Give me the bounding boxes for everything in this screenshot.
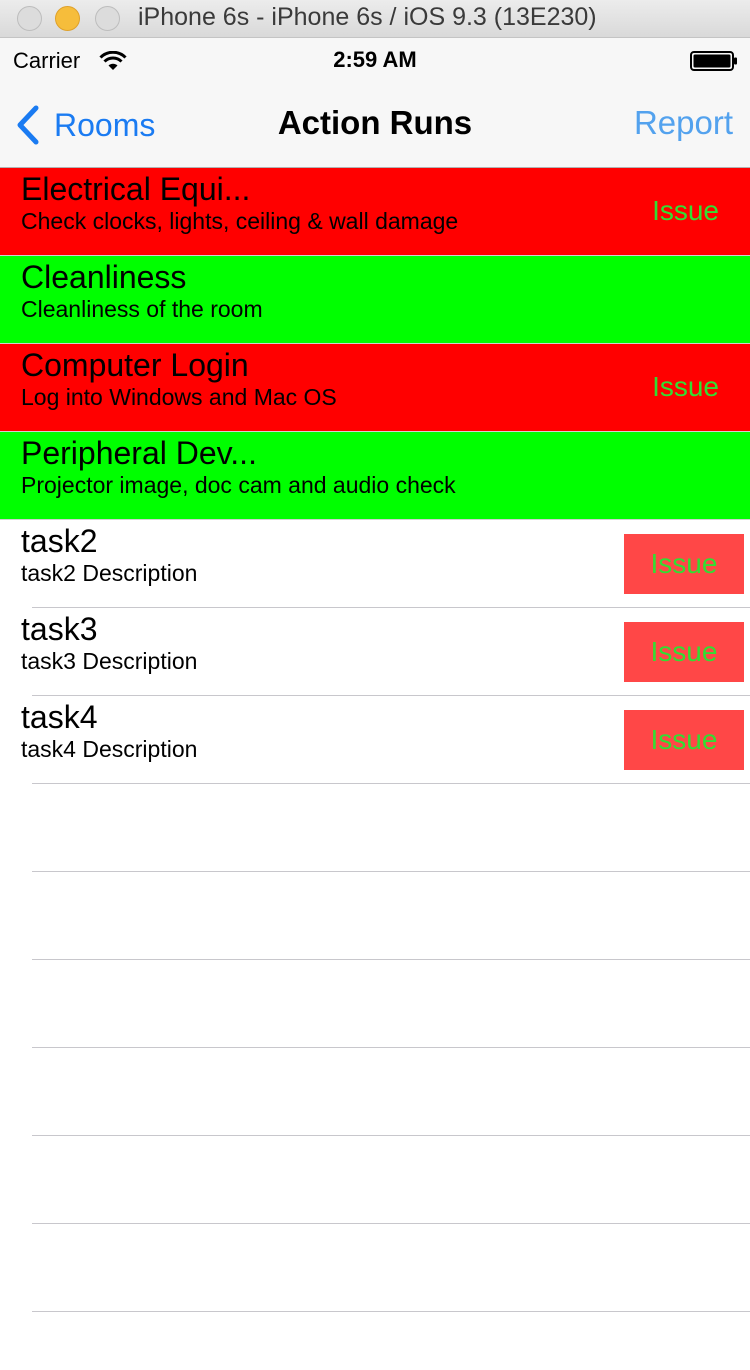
issue-label[interactable]: Issue bbox=[652, 195, 719, 227]
table-row[interactable]: task3 task3 Description Issue bbox=[0, 608, 750, 696]
empty-row bbox=[0, 1048, 750, 1136]
row-subtitle: task3 Description bbox=[21, 648, 198, 674]
issue-label[interactable]: Issue bbox=[652, 371, 719, 403]
row-title: task4 bbox=[21, 699, 98, 735]
simulator-titlebar: iPhone 6s - iPhone 6s / iOS 9.3 (13E230) bbox=[0, 0, 750, 38]
empty-row bbox=[0, 784, 750, 872]
zoom-window-button[interactable] bbox=[95, 6, 120, 31]
empty-row bbox=[0, 960, 750, 1048]
issue-button[interactable]: Issue bbox=[624, 622, 744, 682]
table-row[interactable]: Cleanliness Cleanliness of the room bbox=[0, 256, 750, 344]
issue-button[interactable]: Issue bbox=[624, 710, 744, 770]
status-time: 2:59 AM bbox=[333, 47, 417, 72]
minimize-window-button[interactable] bbox=[55, 6, 80, 31]
table-row[interactable]: Computer Login Log into Windows and Mac … bbox=[0, 344, 750, 432]
row-title: task2 bbox=[21, 523, 98, 559]
table-row[interactable]: Electrical Equi... Check clocks, lights,… bbox=[0, 168, 750, 256]
row-subtitle: task4 Description bbox=[21, 736, 198, 762]
row-subtitle: Cleanliness of the room bbox=[21, 296, 263, 322]
table-row[interactable]: task2 task2 Description Issue bbox=[0, 520, 750, 608]
row-subtitle: Projector image, doc cam and audio check bbox=[21, 472, 456, 498]
simulator-title: iPhone 6s - iPhone 6s / iOS 9.3 (13E230) bbox=[138, 3, 597, 31]
row-subtitle: task2 Description bbox=[21, 560, 198, 586]
empty-row bbox=[0, 1136, 750, 1224]
table-row[interactable]: task4 task4 Description Issue bbox=[0, 696, 750, 784]
row-title: Computer Login bbox=[21, 347, 249, 383]
row-subtitle: Log into Windows and Mac OS bbox=[21, 384, 337, 410]
close-window-button[interactable] bbox=[17, 6, 42, 31]
navigation-bar: Rooms Action Runs Report bbox=[0, 82, 750, 168]
table-row[interactable]: Peripheral Dev... Projector image, doc c… bbox=[0, 432, 750, 520]
row-title: task3 bbox=[21, 611, 98, 647]
row-title: Peripheral Dev... bbox=[21, 435, 257, 471]
empty-row bbox=[0, 872, 750, 960]
row-title: Electrical Equi... bbox=[21, 171, 251, 207]
row-title: Cleanliness bbox=[21, 259, 187, 295]
issue-button[interactable]: Issue bbox=[624, 534, 744, 594]
report-button[interactable]: Report bbox=[634, 104, 733, 142]
action-runs-table: Electrical Equi... Check clocks, lights,… bbox=[0, 168, 750, 1312]
status-bar: Carrier 2:59 AM bbox=[0, 38, 750, 82]
row-subtitle: Check clocks, lights, ceiling & wall dam… bbox=[21, 208, 459, 234]
empty-row bbox=[0, 1224, 750, 1312]
battery-full-icon bbox=[690, 51, 737, 71]
